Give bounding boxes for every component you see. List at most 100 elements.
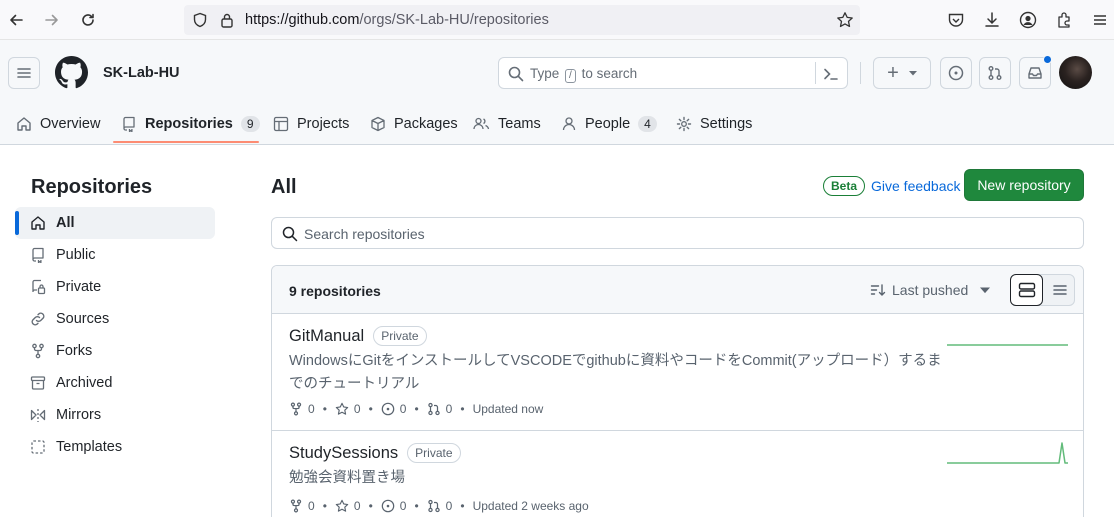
search-hint-prefix: Type [530, 66, 560, 81]
account-icon[interactable] [1019, 11, 1037, 29]
give-feedback-link[interactable]: Give feedback [871, 178, 961, 194]
repo-search-input[interactable]: Search repositories [271, 217, 1084, 249]
home-icon [17, 116, 31, 131]
url-text: https://github.com/orgs/SK-Lab-HU/reposi… [245, 12, 549, 28]
sidebar-item-label: Archived [56, 375, 113, 391]
separator-dot: • [460, 402, 465, 416]
repo-description: WindowsにGitをインストールしてVSCODEでgithubに資料やコード… [289, 353, 942, 392]
selected-tab-underline [113, 141, 259, 143]
list-view-button[interactable] [1044, 275, 1075, 305]
github-header: SK-Lab-HU Type / to search + Overview Re… [0, 40, 1114, 145]
repo-title: StudySessions Private [289, 443, 461, 463]
issues-button[interactable] [940, 57, 972, 89]
forward-arrow-icon[interactable] [40, 8, 64, 32]
repo-search-placeholder: Search repositories [304, 226, 425, 242]
repo-name-link[interactable]: GitManual [289, 327, 364, 346]
sidebar-item-label: Private [56, 279, 102, 295]
hamburger-menu-button[interactable] [8, 57, 40, 89]
tab-overview[interactable]: Overview [16, 102, 100, 145]
tab-settings[interactable]: Settings [676, 102, 752, 145]
bookmark-star-icon[interactable] [836, 11, 854, 29]
reload-icon[interactable] [76, 8, 100, 32]
repo-icon [123, 116, 135, 132]
link-icon [31, 312, 45, 326]
issue-count[interactable]: 0 [400, 402, 407, 416]
search-icon [508, 66, 524, 82]
url-host: https://github.com [245, 12, 360, 28]
github-logo-icon[interactable] [55, 56, 88, 89]
notification-dot [1043, 55, 1052, 64]
repo-meta: 0 • 0 • 0 • 0 • Updated 2 weeks ago [289, 499, 589, 513]
separator-dot: • [368, 402, 373, 416]
tab-repositories[interactable]: Repositories 9 [121, 102, 260, 145]
repo-meta: 0 • 0 • 0 • 0 • Updated now [289, 402, 543, 416]
search-divider [815, 62, 816, 84]
sidebar-item-mirrors[interactable]: Mirrors [15, 399, 215, 431]
gear-icon [676, 116, 692, 131]
list-icon [1052, 285, 1067, 295]
avatar[interactable] [1059, 56, 1092, 89]
list-header: 9 repositories Last pushed [272, 266, 1083, 314]
repo-forked-icon [290, 499, 302, 513]
back-arrow-icon[interactable] [4, 8, 28, 32]
tab-label: Settings [700, 115, 753, 132]
sidebar-item-sources[interactable]: Sources [15, 303, 215, 335]
tab-projects[interactable]: Projects [273, 102, 349, 145]
tab-people[interactable]: People 4 [561, 102, 657, 145]
sidebar-item-label: Sources [56, 311, 110, 327]
tab-label: People [585, 115, 631, 132]
updated-time: Updated now [472, 402, 544, 416]
sidebar-title: Repositories [31, 176, 153, 198]
sidebar-item-templates[interactable]: Templates [15, 431, 215, 463]
app-menu-icon[interactable] [1091, 11, 1109, 29]
triangle-down-icon [908, 71, 917, 76]
inbox-icon [1028, 67, 1042, 79]
fork-count[interactable]: 0 [308, 402, 315, 416]
rows-icon [1018, 282, 1035, 298]
sidebar-item-label: Forks [56, 343, 93, 359]
shield-icon[interactable] [192, 12, 208, 28]
tab-label: Projects [297, 115, 350, 132]
tab-label: Teams [498, 115, 541, 132]
pr-count[interactable]: 0 [446, 402, 453, 416]
pull-requests-button[interactable] [979, 57, 1011, 89]
sidebar-item-label: Mirrors [56, 407, 102, 423]
separator-dot: • [368, 499, 373, 513]
git-pull-request-icon [427, 499, 440, 513]
create-new-button[interactable]: + [873, 57, 931, 89]
download-icon[interactable] [983, 11, 1001, 29]
repo-name-link[interactable]: StudySessions [289, 444, 398, 463]
sidebar-item-public[interactable]: Public [15, 239, 215, 271]
tab-label: Repositories [145, 115, 233, 132]
lock-icon[interactable] [220, 12, 234, 28]
fork-count[interactable]: 0 [308, 499, 315, 513]
activity-sparkline [947, 442, 1068, 464]
tab-packages[interactable]: Packages [370, 102, 458, 145]
separator-dot: • [322, 499, 327, 513]
browser-toolbar: https://github.com/orgs/SK-Lab-HU/reposi… [0, 0, 1114, 40]
address-bar[interactable]: https://github.com/orgs/SK-Lab-HU/reposi… [184, 5, 860, 35]
sidebar-item-all[interactable]: All [15, 207, 215, 239]
repo-forked-icon [32, 343, 44, 359]
pocket-icon[interactable] [947, 11, 965, 29]
sidebar-item-forks[interactable]: Forks [15, 335, 215, 367]
updated-time: Updated 2 weeks ago [472, 499, 589, 513]
card-view-button[interactable] [1010, 274, 1043, 306]
view-toggle [1010, 274, 1075, 306]
org-name[interactable]: SK-Lab-HU [103, 65, 180, 81]
repo-icon [32, 247, 44, 263]
sort-dropdown[interactable]: Last pushed [870, 282, 991, 298]
sidebar-item-archived[interactable]: Archived [15, 367, 215, 399]
command-palette-icon[interactable] [823, 66, 839, 82]
issue-count[interactable]: 0 [400, 499, 407, 513]
tab-label: Overview [40, 115, 101, 132]
star-count[interactable]: 0 [354, 499, 361, 513]
new-repository-button[interactable]: New repository [964, 169, 1084, 201]
sidebar-item-private[interactable]: Private [15, 271, 215, 303]
star-icon [335, 499, 349, 512]
tab-teams[interactable]: Teams [473, 102, 541, 145]
global-search-input[interactable]: Type / to search [498, 57, 848, 89]
pr-count[interactable]: 0 [446, 499, 453, 513]
extensions-icon[interactable] [1055, 11, 1073, 29]
star-count[interactable]: 0 [354, 402, 361, 416]
